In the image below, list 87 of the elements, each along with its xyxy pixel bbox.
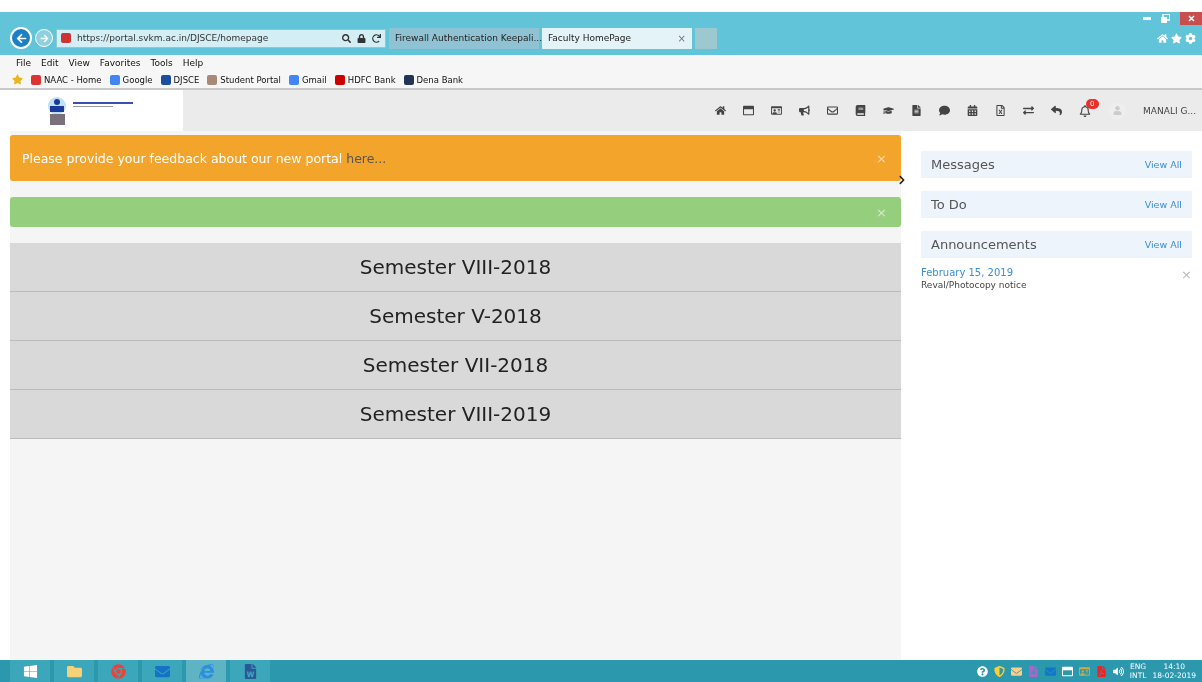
book-icon[interactable] (855, 105, 867, 116)
feedback-link[interactable]: here... (346, 150, 387, 166)
chat-icon[interactable] (939, 105, 951, 116)
folder-icon (66, 663, 82, 679)
announcement-date[interactable]: February 15, 2019 (921, 267, 1027, 278)
menu-item[interactable]: Tools (150, 58, 173, 68)
envelope-icon[interactable] (827, 105, 839, 116)
shield-icon[interactable] (993, 665, 1005, 677)
site-icon (61, 33, 71, 43)
favorite-link[interactable]: Dena Bank (403, 74, 463, 85)
favorite-label: Dena Bank (416, 74, 463, 85)
address-bar[interactable]: https://portal.svkm.ac.in/DJSCE/homepage (56, 28, 386, 48)
site-icon (31, 74, 41, 85)
forward-button[interactable] (35, 29, 53, 47)
semester-item[interactable]: Semester VII-2018 (10, 341, 901, 390)
taskbar-button[interactable] (54, 660, 94, 682)
home-icon[interactable] (715, 105, 727, 116)
reply-icon[interactable] (1051, 105, 1063, 116)
search-icon[interactable] (342, 33, 351, 43)
back-button[interactable] (10, 27, 32, 49)
menu-item[interactable]: View (68, 58, 90, 68)
calendar-icon[interactable] (967, 105, 979, 116)
menu-item[interactable]: Favorites (99, 58, 141, 68)
panel-title: Announcements (931, 237, 1037, 252)
menu-item[interactable]: File (16, 58, 32, 68)
favorite-link[interactable]: Gmail (288, 74, 327, 85)
lock-icon (357, 33, 366, 43)
semester-item[interactable]: Semester VIII-2019 (10, 390, 901, 439)
taskbar-button[interactable] (230, 660, 270, 682)
chevron-icon[interactable] (897, 175, 907, 185)
favorites-star-icon[interactable] (12, 74, 23, 85)
site-icon (403, 74, 414, 85)
browser-logo-icon (110, 663, 126, 679)
favorite-link[interactable]: HDFC Bank (334, 74, 396, 85)
forward-arrow-icon (39, 33, 49, 43)
favorite-label: Google (122, 74, 153, 85)
refresh-icon[interactable] (372, 33, 381, 43)
semester-item[interactable]: Semester VIII-2018 (10, 243, 901, 292)
start-button[interactable] (10, 660, 50, 682)
menu-item[interactable]: Help (182, 58, 204, 68)
restore-icon[interactable] (1161, 14, 1170, 23)
windows-logo-icon (22, 663, 38, 679)
settings-icon[interactable] (1185, 32, 1196, 44)
favorite-link[interactable]: NAAC - Home (31, 74, 102, 85)
site-icon (160, 74, 171, 85)
site-icon (207, 74, 218, 85)
announcement-text: Reval/Photocopy notice (921, 280, 1027, 290)
close-icon (1187, 15, 1195, 22)
banner-text: Please provide your feedback about our new portal here... (22, 150, 388, 166)
user-silhouette-icon (1112, 106, 1122, 115)
site-icon (109, 74, 120, 85)
mail-icon (154, 663, 170, 679)
panel-title: To Do (931, 197, 967, 212)
favorite-label: HDFC Bank (347, 74, 396, 85)
id-card-icon[interactable] (771, 105, 783, 116)
spreadsheet-icon[interactable] (995, 105, 1007, 116)
document-icon (242, 663, 258, 679)
help-icon[interactable] (976, 665, 988, 677)
favorite-link[interactable]: Google (109, 74, 153, 85)
site-icon (288, 74, 299, 85)
favorite-label: NAAC - Home (44, 74, 102, 85)
favorite-link[interactable]: Student Portal (207, 74, 281, 85)
mail-icon[interactable] (1010, 665, 1022, 677)
tab-close-button[interactable]: × (677, 32, 686, 44)
favorite-label: DJSCE (173, 74, 200, 85)
speaker-icon[interactable] (1112, 665, 1124, 677)
semester-item[interactable]: Semester V-2018 (10, 292, 901, 341)
favorite-label: Gmail (301, 74, 327, 85)
user-name[interactable]: MANALI G... (1143, 105, 1196, 116)
browser-tab[interactable]: Faculty HomePage × (542, 27, 692, 49)
graduation-cap-icon[interactable] (883, 105, 895, 116)
document-icon[interactable] (911, 105, 923, 116)
favorites-icon[interactable] (1171, 32, 1182, 44)
megaphone-icon[interactable] (799, 105, 811, 116)
browser-logo-icon (198, 663, 214, 679)
favorite-link[interactable]: DJSCE (160, 74, 200, 85)
panel-title: Messages (931, 157, 995, 172)
taskbar-button[interactable] (142, 660, 182, 682)
favorite-label: Student Portal (220, 74, 281, 85)
url-text: https://portal.svkm.ac.in/DJSCE/homepage (77, 33, 270, 43)
site-icon (334, 74, 345, 85)
menu-item[interactable]: Edit (41, 58, 59, 68)
window-icon[interactable] (743, 105, 755, 116)
back-arrow-icon (15, 32, 27, 44)
exchange-icon[interactable] (1023, 105, 1035, 116)
browser-tab[interactable]: Firewall Authentication Keepali... (389, 27, 539, 49)
close-button[interactable] (1180, 12, 1202, 25)
